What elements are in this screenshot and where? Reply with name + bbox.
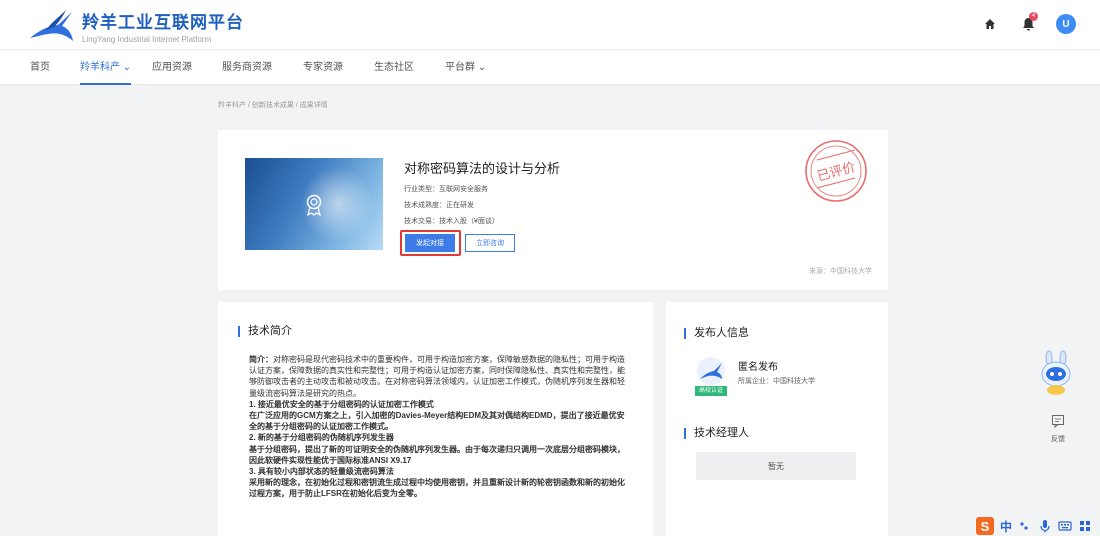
tech-manager-title: 技术经理人 bbox=[684, 428, 749, 439]
source-label: 来源：中国科技大学 bbox=[809, 268, 872, 275]
avatar[interactable]: U bbox=[1056, 14, 1076, 34]
intro-summary-text: 对称密码是现代密码技术中的重要构件，可用于构造加密方案，保障敏感数据的隐私性；可… bbox=[249, 355, 625, 398]
nav-item-ecosystem[interactable]: 生态社区 bbox=[374, 51, 414, 85]
intro-point-2-body: 基于分组密码，提出了新的可证明安全的伪随机序列发生器。由于每次递归只调用一次底层… bbox=[249, 444, 625, 465]
nav-item-provider-resources[interactable]: 服务商资源 bbox=[222, 51, 272, 85]
punctuation-icon[interactable] bbox=[1018, 519, 1032, 533]
tech-intro-title: 技术简介 bbox=[238, 326, 292, 337]
achievement-title: 对称密码算法的设计与分析 bbox=[404, 161, 561, 176]
achievement-card: 对称密码算法的设计与分析 行业类型：互联网安全服务 技术成熟度：正在研发 技术交… bbox=[218, 130, 888, 290]
publisher-info-title: 发布人信息 bbox=[684, 328, 749, 339]
nav-item-lingyang-research[interactable]: 羚羊科产 ⌄ bbox=[80, 51, 132, 85]
tech-intro-body: 简介：对称密码是现代密码技术中的重要构件，可用于构造加密方案，保障敏感数据的隐私… bbox=[249, 354, 631, 500]
bell-icon[interactable]: 4 bbox=[1018, 12, 1038, 34]
header-actions: 4 U bbox=[980, 12, 1076, 34]
tech-manager-empty: 暂无 bbox=[696, 452, 856, 480]
consult-now-button[interactable]: 立即咨询 bbox=[465, 234, 515, 252]
sogou-logo-icon[interactable]: S bbox=[976, 517, 994, 535]
nav-item-expert-resources[interactable]: 专家资源 bbox=[303, 51, 343, 85]
publisher-card: 发布人信息 高校认证 匿名发布 所属企业：中国科技大学 技术经理人 暂无 bbox=[666, 302, 888, 536]
tech-trade: 技术交易：技术入股（¥面谈） bbox=[404, 218, 499, 225]
intro-point-3-title: 3. 具有较小内部状态的轻量级流密码算法 bbox=[249, 467, 394, 477]
brand[interactable]: 羚羊工业互联网平台 LingYang Industrial Internet P… bbox=[82, 8, 244, 44]
intro-summary: 简介：对称密码是现代密码技术中的重要构件，可用于构造加密方案，保障敏感数据的隐私… bbox=[249, 354, 631, 399]
tech-intro-card: 技术简介 简介：对称密码是现代密码技术中的重要构件，可用于构造加密方案，保障敏感… bbox=[218, 302, 653, 536]
nav-item-home[interactable]: 首页 bbox=[30, 51, 50, 85]
publisher-org: 所属企业：中国科技大学 bbox=[738, 378, 815, 385]
tech-maturity: 技术成熟度：正在研发 bbox=[404, 202, 474, 209]
initiate-docking-button[interactable]: 发起对接 bbox=[405, 234, 455, 252]
intro-point-1-body: 在广泛应用的GCM方案之上，引入加密的Davies-Meyer结构EDM及其对偶… bbox=[249, 411, 625, 432]
antelope-logo-icon[interactable] bbox=[28, 8, 74, 44]
feedback-label: 反馈 bbox=[1051, 436, 1065, 443]
brand-subtitle: LingYang Industrial Internet Platform bbox=[82, 35, 212, 44]
intro-point-3-body: 采用新的理念，在初始化过程和密钥流生成过程中均使用密钥，并且重新设计新的轮密钥函… bbox=[249, 478, 625, 499]
ime-lang-toggle[interactable]: 中 bbox=[1000, 518, 1012, 535]
notification-badge: 4 bbox=[1029, 12, 1038, 21]
award-icon bbox=[306, 194, 322, 216]
ime-toolbar: S 中 bbox=[976, 516, 1092, 536]
intro-summary-label: 简介： bbox=[249, 355, 273, 364]
achievement-thumbnail bbox=[245, 158, 383, 250]
intro-point-2-title: 2. 新的基于分组密码的伪随机序列发生器 bbox=[249, 433, 394, 443]
keyboard-icon[interactable] bbox=[1058, 519, 1072, 533]
evaluated-stamp-icon: 已评价 bbox=[805, 140, 867, 202]
industry-type: 行业类型：互联网安全服务 bbox=[404, 186, 488, 193]
grid-menu-icon[interactable] bbox=[1078, 519, 1092, 533]
publisher-name: 匿名发布 bbox=[738, 362, 778, 373]
main-nav: 首页 羚羊科产 ⌄ 应用资源 服务商资源 专家资源 生态社区 平台群 ⌄ bbox=[0, 51, 1100, 85]
feedback-icon bbox=[1052, 415, 1064, 429]
top-header: 羚羊工业互联网平台 LingYang Industrial Internet P… bbox=[0, 0, 1100, 50]
brand-title: 羚羊工业互联网平台 bbox=[82, 13, 244, 32]
robot-assistant-icon[interactable] bbox=[1038, 350, 1074, 396]
verify-badge: 高校认证 bbox=[695, 386, 727, 396]
home-icon[interactable] bbox=[980, 14, 1000, 34]
microphone-icon[interactable] bbox=[1038, 519, 1052, 533]
feedback-button[interactable]: 反馈 bbox=[1046, 414, 1070, 444]
breadcrumb[interactable]: 羚羊科产 / 创新技术成果 / 成果详情 bbox=[218, 100, 328, 110]
intro-point-1-title: 1. 接近最优安全的基于分组密码的认证加密工作模式 bbox=[249, 399, 434, 409]
nav-item-app-resources[interactable]: 应用资源 bbox=[152, 51, 192, 85]
nav-item-platform-group[interactable]: 平台群 ⌄ bbox=[445, 51, 486, 85]
stamp-text: 已评价 bbox=[816, 160, 858, 185]
